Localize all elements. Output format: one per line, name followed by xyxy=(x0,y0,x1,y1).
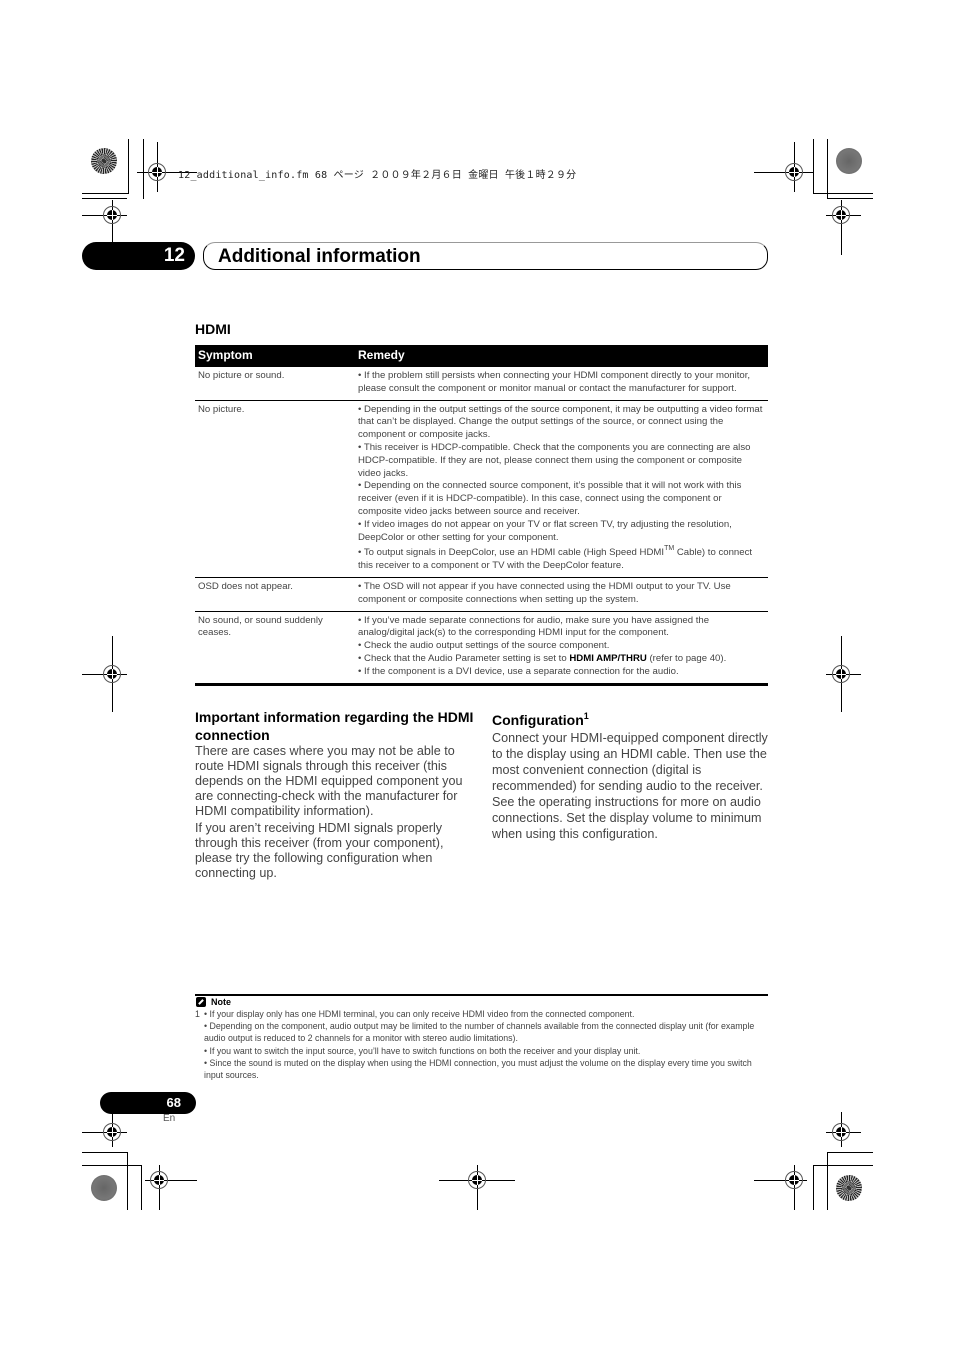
section-title: HDMI xyxy=(195,321,231,337)
symptom-cell: No picture. xyxy=(198,403,245,415)
troubleshooting-table: Symptom Remedy No picture or sound. • If… xyxy=(195,345,768,686)
paragraph: If you aren’t receiving HDMI signals pro… xyxy=(195,821,444,880)
trademark-mark: TM xyxy=(664,545,675,553)
remedy-item: • If the problem still persists when con… xyxy=(358,370,751,394)
table-row: No picture. • Depending in the output se… xyxy=(195,401,768,578)
remedy-cell: • If the problem still persists when con… xyxy=(358,367,768,400)
remedy-cell: • Depending in the output settings of th… xyxy=(358,401,768,577)
configuration-heading-text: Configuration xyxy=(492,712,584,728)
color-target-icon xyxy=(836,148,862,174)
remedy-text: • To output signals in DeepColor, use an… xyxy=(358,547,665,559)
configuration-heading: Configuration1 xyxy=(492,711,589,729)
remedy-text: • Check that the Audio Parameter setting… xyxy=(358,652,570,664)
note-divider xyxy=(195,994,768,996)
footnote-reference[interactable]: 1 xyxy=(584,711,589,721)
symptom-cell: No picture or sound. xyxy=(198,370,285,381)
remedy-cell: • The OSD will not appear if you have co… xyxy=(358,578,768,611)
note-body: 1 • If your display only has one HDMI te… xyxy=(195,1008,770,1081)
color-target-icon xyxy=(91,148,117,174)
remedy-item: • Depending on the connected source comp… xyxy=(358,480,742,517)
configuration-body: Connect your HDMI-equipped component dir… xyxy=(492,731,768,841)
chapter-title: Additional information xyxy=(218,246,421,267)
paragraph: There are cases where you may not be abl… xyxy=(195,744,463,818)
note-item: • If you want to switch the input source… xyxy=(204,1045,641,1056)
symptom-cell: No sound, or sound suddenly ceases. xyxy=(198,614,323,639)
table-row: No picture or sound. • If the problem st… xyxy=(195,367,768,401)
table-row: OSD does not appear. • The OSD will not … xyxy=(195,578,768,612)
note-label: Note xyxy=(211,997,231,1007)
chapter-number: 12 xyxy=(82,242,195,270)
remedy-item: • To output signals in DeepColor, use an… xyxy=(358,545,766,573)
note-pencil-icon xyxy=(196,997,206,1007)
note-heading: Note xyxy=(196,997,231,1007)
column-header-remedy: Remedy xyxy=(358,348,405,362)
remedy-cell: • If you’ve made separate connections fo… xyxy=(358,612,768,683)
remedy-item: • This receiver is HDCP-compatible. Chec… xyxy=(358,441,751,479)
table-row: No sound, or sound suddenly ceases. • If… xyxy=(195,612,768,686)
note-item: • Depending on the component, audio outp… xyxy=(204,1021,755,1044)
remedy-item: • If you’ve made separate connections fo… xyxy=(358,614,710,639)
remedy-item: • If video images do not appear on your … xyxy=(358,518,732,543)
color-target-icon xyxy=(91,1175,117,1201)
note-item: • Since the sound is muted on the displa… xyxy=(204,1057,752,1081)
remedy-item: • If the component is a DVI device, use … xyxy=(358,665,679,677)
page-number: 68 xyxy=(100,1092,196,1114)
setting-name: HDMI AMP/THRU xyxy=(569,652,647,664)
color-target-icon xyxy=(836,1175,862,1201)
page-language: En xyxy=(163,1113,176,1124)
chapter-title-box: Additional information xyxy=(203,242,768,270)
footnote-number: 1 xyxy=(195,1009,200,1019)
remedy-item: • Check the audio output settings of the… xyxy=(358,640,610,652)
symptom-cell: OSD does not appear. xyxy=(198,580,293,592)
important-info-heading: Important information regarding the HDMI… xyxy=(195,709,474,743)
remedy-text: (refer to page 40). xyxy=(646,652,727,664)
remedy-item: • Depending in the output settings of th… xyxy=(358,403,763,441)
important-info-body: There are cases where you may not be abl… xyxy=(195,744,473,883)
print-header-info: 12_additional_info.fm 68 ページ ２００９年２月６日 金… xyxy=(178,170,577,181)
remedy-item: • The OSD will not appear if you have co… xyxy=(358,580,731,605)
table-header: Symptom Remedy xyxy=(195,345,768,367)
note-item: • If your display only has one HDMI term… xyxy=(204,1009,635,1019)
remedy-item: • Check that the Audio Parameter setting… xyxy=(358,653,766,666)
column-header-symptom: Symptom xyxy=(198,348,253,362)
